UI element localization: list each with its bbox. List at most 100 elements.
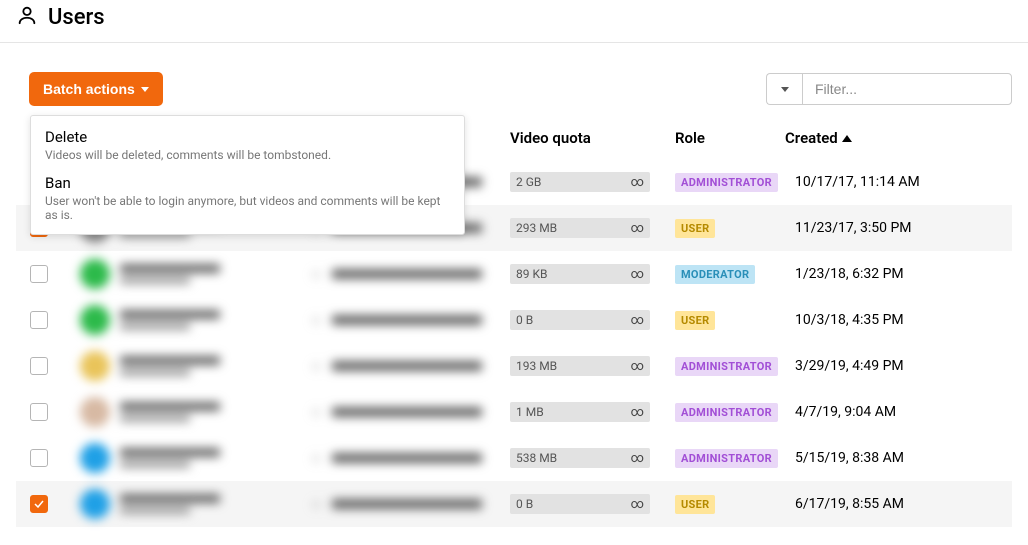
created-cell: 1/23/18, 6:32 PM xyxy=(781,258,1012,290)
role-cell: MODERATOR xyxy=(671,257,781,292)
dropdown-item-ban[interactable]: Ban User won't be able to login anymore,… xyxy=(31,168,464,228)
created-cell: 5/15/19, 8:38 AM xyxy=(781,442,1012,474)
created-cell: 10/3/18, 4:35 PM xyxy=(781,304,1012,336)
batch-actions-dropdown: Delete Videos will be deleted, comments … xyxy=(30,115,465,235)
checkbox-cell xyxy=(16,487,76,521)
col-video-quota[interactable]: Video quota xyxy=(506,117,671,159)
users-icon xyxy=(16,4,38,30)
quota-bar: 1 MB∞ xyxy=(510,402,650,422)
blurred-content: ☆ xyxy=(310,313,502,327)
chevron-down-icon xyxy=(781,87,789,92)
quota-cell: 89 KB∞ xyxy=(506,256,671,292)
role-cell: USER xyxy=(671,211,781,246)
email-cell: ☆ xyxy=(306,305,506,335)
blurred-content: ☆ xyxy=(310,267,502,281)
role-badge: ADMINISTRATOR xyxy=(675,173,778,192)
role-badge: USER xyxy=(675,311,715,330)
role-cell: ADMINISTRATOR xyxy=(671,395,781,430)
table-row: ☆ 1 MB∞ ADMINISTRATOR4/7/19, 9:04 AM xyxy=(16,389,1012,435)
quota-bar: 2 GB∞ xyxy=(510,172,650,192)
quota-used: 89 KB xyxy=(510,267,547,281)
quota-bar: 0 B∞ xyxy=(510,494,650,514)
dropdown-item-delete[interactable]: Delete Videos will be deleted, comments … xyxy=(31,122,464,168)
created-cell: 3/29/19, 4:49 PM xyxy=(781,350,1012,382)
row-checkbox[interactable] xyxy=(30,449,48,467)
star-icon: ☆ xyxy=(310,359,324,373)
quota-bar: 0 B∞ xyxy=(510,310,650,330)
username-cell xyxy=(76,251,306,297)
table-row: ☆0 B∞USER6/17/19, 8:55 AM xyxy=(16,481,1012,527)
role-badge: USER xyxy=(675,495,715,514)
quota-cell: 293 MB ∞ xyxy=(506,210,671,246)
table-row: ☆ 193 MB∞ ADMINISTRATOR3/29/19, 4:49 PM xyxy=(16,343,1012,389)
dropdown-item-desc: User won't be able to login anymore, but… xyxy=(45,194,450,222)
role-cell: ADMINISTRATOR xyxy=(671,441,781,476)
quota-limit: ∞ xyxy=(631,497,644,512)
quota-bar: 193 MB∞ xyxy=(510,356,650,376)
created-cell: 11/23/17, 3:50 PM xyxy=(781,212,1012,244)
filter-dropdown-toggle[interactable] xyxy=(766,73,802,105)
star-icon: ☆ xyxy=(310,267,324,281)
email-cell: ☆ xyxy=(306,351,506,381)
role-badge: ADMINISTRATOR xyxy=(675,449,778,468)
quota-limit: ∞ xyxy=(631,451,644,466)
row-checkbox[interactable] xyxy=(30,495,48,513)
created-cell: 10/17/17, 11:14 AM xyxy=(781,166,1012,198)
quota-cell: 1 MB∞ xyxy=(506,394,671,430)
role-cell: USER xyxy=(671,487,781,522)
blurred-content xyxy=(80,351,302,381)
batch-actions-button[interactable]: Batch actions xyxy=(30,73,162,105)
role-cell: ADMINISTRATOR xyxy=(671,165,781,200)
quota-cell: 193 MB∞ xyxy=(506,348,671,384)
page-title: Users xyxy=(48,5,105,30)
row-checkbox[interactable] xyxy=(30,311,48,329)
email-cell: ☆ xyxy=(306,489,506,519)
dropdown-item-title: Delete xyxy=(45,128,450,146)
quota-used: 293 MB xyxy=(510,221,557,235)
email-cell: ☆ xyxy=(306,397,506,427)
batch-actions-label: Batch actions xyxy=(43,81,135,97)
role-badge: ADMINISTRATOR xyxy=(675,357,778,376)
created-cell: 4/7/19, 9:04 AM xyxy=(781,396,1012,428)
blurred-content xyxy=(80,305,302,335)
quota-cell: 0 B∞ xyxy=(506,302,671,338)
sort-asc-icon xyxy=(842,135,852,142)
email-cell: ☆ xyxy=(306,443,506,473)
chevron-down-icon xyxy=(141,87,149,92)
star-icon: ☆ xyxy=(310,405,324,419)
col-role[interactable]: Role xyxy=(671,117,781,159)
blurred-content: ☆ xyxy=(310,359,502,373)
role-badge: MODERATOR xyxy=(675,265,755,284)
blurred-content: ☆ xyxy=(310,497,502,511)
email-cell: ☆ xyxy=(306,259,506,289)
col-created[interactable]: Created xyxy=(781,117,1012,159)
quota-limit: ∞ xyxy=(631,221,644,236)
quota-limit: ∞ xyxy=(631,359,644,374)
role-cell: USER xyxy=(671,303,781,338)
row-checkbox[interactable] xyxy=(30,357,48,375)
row-checkbox[interactable] xyxy=(30,265,48,283)
blurred-content xyxy=(80,259,302,289)
quota-bar: 293 MB ∞ xyxy=(510,218,650,238)
checkbox-cell xyxy=(16,441,76,475)
avatar xyxy=(80,259,110,289)
quota-cell: 538 MB∞ xyxy=(506,440,671,476)
row-checkbox[interactable] xyxy=(30,403,48,421)
role-cell: ADMINISTRATOR xyxy=(671,349,781,384)
quota-limit: ∞ xyxy=(631,175,644,190)
table-row: ☆ 538 MB∞ADMINISTRATOR5/15/19, 8:38 AM xyxy=(16,435,1012,481)
username-cell xyxy=(76,481,306,527)
star-icon: ☆ xyxy=(310,451,324,465)
toolbar: Batch actions xyxy=(0,43,1028,117)
blurred-content: ☆ xyxy=(310,405,502,419)
filter-input[interactable] xyxy=(802,73,1012,105)
dropdown-item-desc: Videos will be deleted, comments will be… xyxy=(45,148,450,162)
blurred-content xyxy=(80,489,302,519)
username-cell xyxy=(76,297,306,343)
quota-used: 1 MB xyxy=(510,405,544,419)
blurred-content: ☆ xyxy=(310,451,502,465)
avatar xyxy=(80,397,110,427)
role-badge: ADMINISTRATOR xyxy=(675,403,778,422)
star-icon: ☆ xyxy=(310,497,324,511)
blurred-content xyxy=(80,397,302,427)
